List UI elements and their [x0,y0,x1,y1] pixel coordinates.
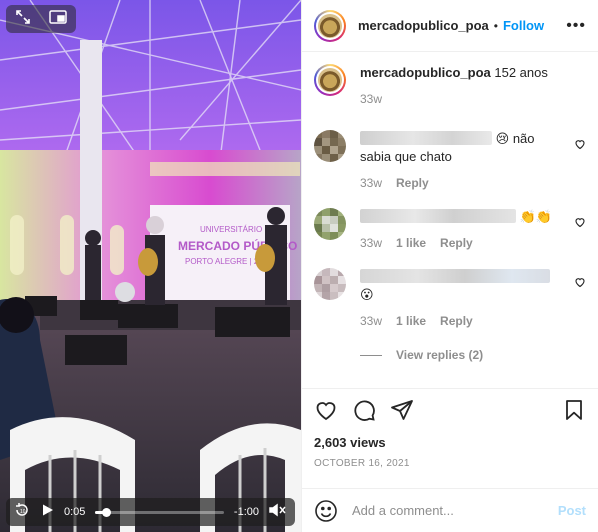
share-icon[interactable] [390,398,414,427]
caption-text: 152 anos [494,65,548,80]
comment-emoji: 😮 [360,287,374,302]
post-actions: 2,603 views OCTOBER 16, 2021 [302,388,598,469]
comment-avatar[interactable] [314,208,346,240]
comment-avatar[interactable] [314,130,346,162]
avatar[interactable] [314,9,346,42]
play-icon[interactable] [40,503,54,522]
svg-text:10: 10 [20,509,26,515]
more-options-icon[interactable]: ••• [566,17,586,35]
comment-item: 👏👏 33w 1 like Reply [314,208,586,252]
reply-button[interactable]: Reply [440,312,473,330]
separator-dot: • [493,18,498,33]
blurred-username [360,209,516,223]
divider [360,354,382,356]
comment-time[interactable]: 33w [360,234,382,252]
comment-icon[interactable] [352,398,376,427]
reply-button[interactable]: Reply [440,234,473,252]
caption-username[interactable]: mercadopublico_poa [360,65,491,80]
heart-icon[interactable] [574,138,586,153]
heart-icon[interactable] [574,216,586,231]
mute-icon[interactable] [269,503,287,522]
comments-list: mercadopublico_poa 152 anos 33w 😢 não sa… [302,52,598,388]
comment-emoji: 👏👏 [519,209,552,224]
video-banner-text: UNIVERSITÁRIO [200,225,262,234]
comment-composer: Post [302,488,598,532]
video-frame: UNIVERSITÁRIO MERCADO PÚBLICO PORTO ALEG… [0,0,301,532]
comment-avatar[interactable] [314,268,346,300]
post-button[interactable]: Post [558,503,586,518]
bookmark-icon[interactable] [562,398,586,427]
remaining-time: -1:00 [233,506,259,518]
header-username[interactable]: mercadopublico_poa [358,18,489,33]
heart-icon[interactable] [314,398,338,427]
caption: mercadopublico_poa 152 anos 33w [314,64,586,108]
comment-likes[interactable]: 1 like [396,312,426,330]
comment-item: 😢 não sabia que chato 33w Reply [314,130,586,192]
seek-bar[interactable] [95,507,224,517]
follow-button[interactable]: Follow [503,18,544,33]
caption-avatar[interactable] [314,64,346,96]
view-count[interactable]: 2,603 views [314,435,586,450]
post-date[interactable]: OCTOBER 16, 2021 [314,458,586,469]
video-player[interactable]: UNIVERSITÁRIO MERCADO PÚBLICO PORTO ALEG… [0,0,301,532]
comment-item: 😮 33w 1 like Reply [314,268,586,330]
current-time: 0:05 [64,506,86,518]
picture-in-picture-icon[interactable] [49,9,67,29]
expand-icon[interactable] [15,9,31,30]
comment-emoji: 😢 [495,131,510,146]
comment-input[interactable] [352,503,558,518]
action-icons [314,389,586,435]
comment-time[interactable]: 33w [360,174,382,192]
blurred-username [360,269,550,283]
comment-time[interactable]: 33w [360,312,382,330]
post-side-panel: mercadopublico_poa • Follow ••• mercadop… [301,0,598,532]
blurred-username [360,131,492,145]
view-replies-button[interactable]: View replies (2) [360,348,586,362]
heart-icon[interactable] [574,276,586,291]
post-header: mercadopublico_poa • Follow ••• [302,0,598,52]
view-replies-label[interactable]: View replies (2) [396,348,483,362]
replay-10-icon[interactable]: 10 [14,502,30,523]
video-top-controls [6,5,76,33]
caption-time[interactable]: 33w [360,90,382,108]
video-controls-bar: 10 0:05 -1:00 [6,498,295,526]
comment-likes[interactable]: 1 like [396,234,426,252]
reply-button[interactable]: Reply [396,174,429,192]
seek-bar-handle[interactable] [101,507,111,517]
emoji-icon[interactable] [314,499,338,523]
